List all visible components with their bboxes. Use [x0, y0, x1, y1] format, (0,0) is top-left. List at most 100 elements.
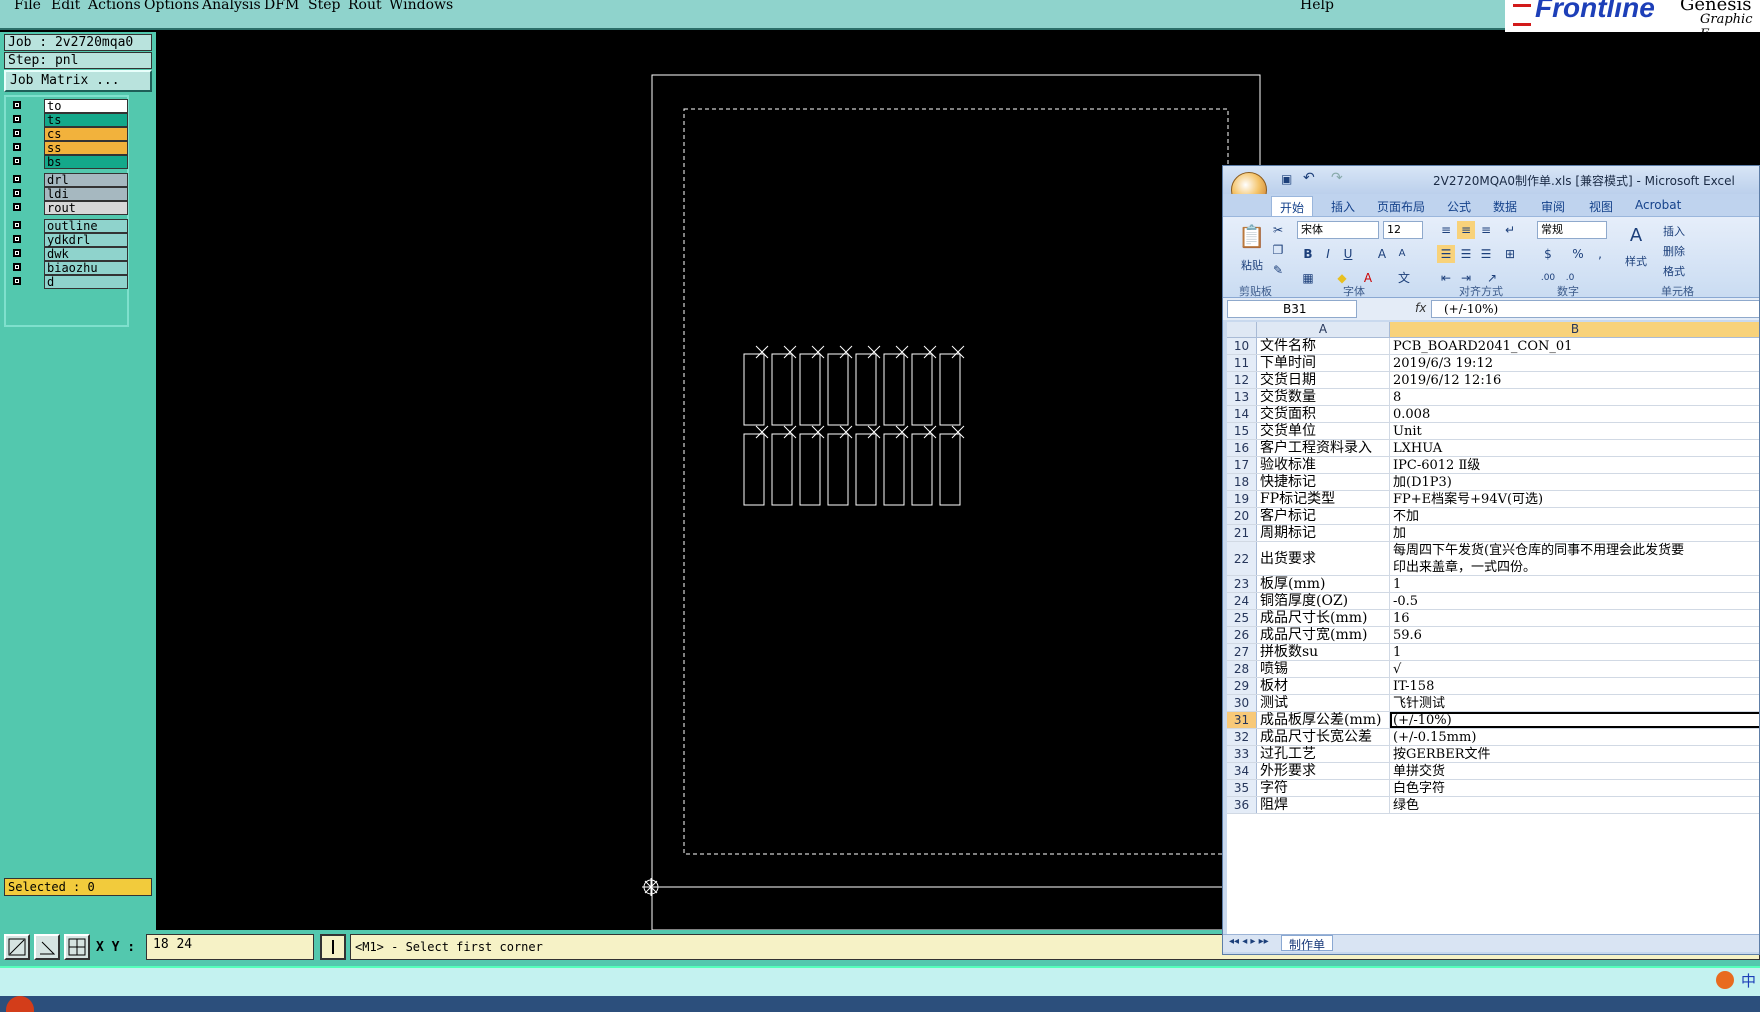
cell-a[interactable]: 交货单位	[1257, 423, 1390, 439]
cell-b[interactable]: 1	[1390, 644, 1759, 660]
layer-row-biaozhu[interactable]: biaozhu	[8, 261, 128, 275]
row-number[interactable]: 24	[1227, 593, 1257, 609]
align-middle-icon[interactable]: ≡	[1457, 221, 1475, 239]
layer-row-bs[interactable]: bs	[8, 155, 128, 169]
insert-cells-button[interactable]: 插入	[1663, 223, 1685, 239]
row-number[interactable]: 10	[1227, 338, 1257, 354]
menu-actions[interactable]: Actions	[88, 0, 141, 13]
xy-input[interactable]: 18 24	[146, 934, 314, 960]
layer-checkbox[interactable]	[13, 101, 21, 109]
row-number[interactable]: 29	[1227, 678, 1257, 694]
row-number[interactable]: 36	[1227, 797, 1257, 813]
layer-name[interactable]: ldi	[44, 187, 128, 201]
layer-name[interactable]: dwk	[44, 247, 128, 261]
cell-a[interactable]: 客户标记	[1257, 508, 1390, 524]
underline-icon[interactable]: U	[1339, 245, 1357, 263]
align-bottom-icon[interactable]: ≡	[1477, 221, 1495, 239]
cell-b[interactable]: 绿色	[1390, 797, 1759, 813]
cell-b[interactable]: -0.5	[1390, 593, 1759, 609]
menu-help[interactable]: Help	[1300, 0, 1334, 13]
worksheet-grid[interactable]: A B 10 文件名称 PCB_BOARD2041_CON_01 11 下单时间 2019…	[1227, 322, 1759, 934]
layer-row-dwk[interactable]: dwk	[8, 247, 128, 261]
layer-name[interactable]: cs	[44, 127, 128, 141]
menu-edit[interactable]: Edit	[51, 0, 80, 13]
currency-icon[interactable]: $	[1539, 245, 1557, 263]
cell-a[interactable]: 交货面积	[1257, 406, 1390, 422]
cell-b[interactable]: 按GERBER文件	[1390, 746, 1759, 762]
row-number[interactable]: 17	[1227, 457, 1257, 473]
format-cells-button[interactable]: 格式	[1663, 263, 1685, 279]
row-number[interactable]: 25	[1227, 610, 1257, 626]
font-name-select[interactable]: 宋体	[1297, 221, 1379, 239]
layer-name[interactable]: ts	[44, 113, 128, 127]
cell-a[interactable]: 交货数量	[1257, 389, 1390, 405]
sheet-nav-arrows-icon[interactable]: ◂◂ ◂ ▸ ▸▸	[1229, 936, 1269, 947]
layer-name[interactable]: bs	[44, 155, 128, 169]
cell-a[interactable]: 板厚(mm)	[1257, 576, 1390, 592]
menu-file[interactable]: File	[14, 0, 41, 13]
format-painter-icon[interactable]: ✎	[1269, 261, 1287, 279]
column-header-a[interactable]: A	[1257, 322, 1390, 338]
layer-checkbox[interactable]	[13, 235, 21, 243]
menu-rout[interactable]: Rout	[348, 0, 382, 13]
cell-b[interactable]: 每周四下午发货(宜兴仓库的同事不用理会此发货要 印出来盖章，一式四份。	[1390, 542, 1759, 575]
layer-checkbox[interactable]	[13, 175, 21, 183]
percent-icon[interactable]: %	[1569, 245, 1587, 263]
cell-a[interactable]: 板材	[1257, 678, 1390, 694]
cell-b[interactable]: 白色字符	[1390, 780, 1759, 796]
cell-b[interactable]: PCB_BOARD2041_CON_01	[1390, 338, 1759, 354]
layer-checkbox[interactable]	[13, 203, 21, 211]
formula-input[interactable]: (+/-10%)	[1431, 300, 1759, 318]
paste-icon[interactable]: 📋	[1237, 223, 1267, 253]
layer-row-ts[interactable]: ts	[8, 113, 128, 127]
layer-row-rout[interactable]: rout	[8, 201, 128, 215]
phonetic-icon[interactable]: 文	[1395, 269, 1413, 287]
layer-row-to[interactable]: to	[8, 99, 128, 113]
ime-indicator[interactable]: 中	[1741, 970, 1756, 991]
cell-b[interactable]: IPC-6012 Ⅱ级	[1390, 457, 1759, 473]
quick-save-icon[interactable]: ▣	[1281, 172, 1292, 186]
cell-a[interactable]: 铜箔厚度(OZ)	[1257, 593, 1390, 609]
row-number[interactable]: 28	[1227, 661, 1257, 677]
row-number[interactable]: 19	[1227, 491, 1257, 507]
row-number[interactable]: 27	[1227, 644, 1257, 660]
cell-a[interactable]: 喷锡	[1257, 661, 1390, 677]
row-number[interactable]: 14	[1227, 406, 1257, 422]
tab-review[interactable]: 审阅	[1541, 198, 1565, 215]
layer-name[interactable]: biaozhu	[44, 261, 128, 275]
align-center-icon[interactable]: ☰	[1457, 245, 1475, 263]
layer-checkbox[interactable]	[13, 221, 21, 229]
menu-dfm[interactable]: DFM	[264, 0, 299, 13]
menu-windows[interactable]: Windows	[389, 0, 453, 13]
cell-b[interactable]: 2019/6/3 19:12	[1390, 355, 1759, 371]
row-number[interactable]: 35	[1227, 780, 1257, 796]
cell-a[interactable]: 出货要求	[1257, 542, 1390, 575]
row-number[interactable]: 20	[1227, 508, 1257, 524]
cell-b[interactable]: IT-158	[1390, 678, 1759, 694]
layer-name[interactable]: outline	[44, 219, 128, 233]
layer-checkbox[interactable]	[13, 143, 21, 151]
row-number[interactable]: 30	[1227, 695, 1257, 711]
bold-icon[interactable]: B	[1299, 245, 1317, 263]
layer-name[interactable]: ydkdrl	[44, 233, 128, 247]
cell-a[interactable]: 周期标记	[1257, 525, 1390, 541]
layer-row-d[interactable]: d	[8, 275, 128, 289]
measure-button[interactable]	[34, 934, 60, 960]
layer-name[interactable]: ss	[44, 141, 128, 155]
cell-a[interactable]: 拼板数su	[1257, 644, 1390, 660]
cell-a[interactable]: 客户工程资料录入	[1257, 440, 1390, 456]
sheet-tab[interactable]: 制作单	[1281, 935, 1333, 952]
tab-insert[interactable]: 插入	[1331, 198, 1355, 215]
fx-icon[interactable]: fx	[1415, 301, 1426, 315]
row-number[interactable]: 15	[1227, 423, 1257, 439]
layer-checkbox[interactable]	[13, 249, 21, 257]
cell-b[interactable]: (+/-10%)	[1390, 712, 1759, 728]
cell-b[interactable]: 1	[1390, 576, 1759, 592]
cell-b[interactable]: 加(D1P3)	[1390, 474, 1759, 490]
cell-b[interactable]: LXHUA	[1390, 440, 1759, 456]
styles-label[interactable]: 样式	[1625, 253, 1647, 269]
copy-icon[interactable]: ❐	[1269, 241, 1287, 259]
cell-a[interactable]: 字符	[1257, 780, 1390, 796]
align-left-icon[interactable]: ☰	[1437, 245, 1455, 263]
cell-a[interactable]: 成品尺寸长(mm)	[1257, 610, 1390, 626]
